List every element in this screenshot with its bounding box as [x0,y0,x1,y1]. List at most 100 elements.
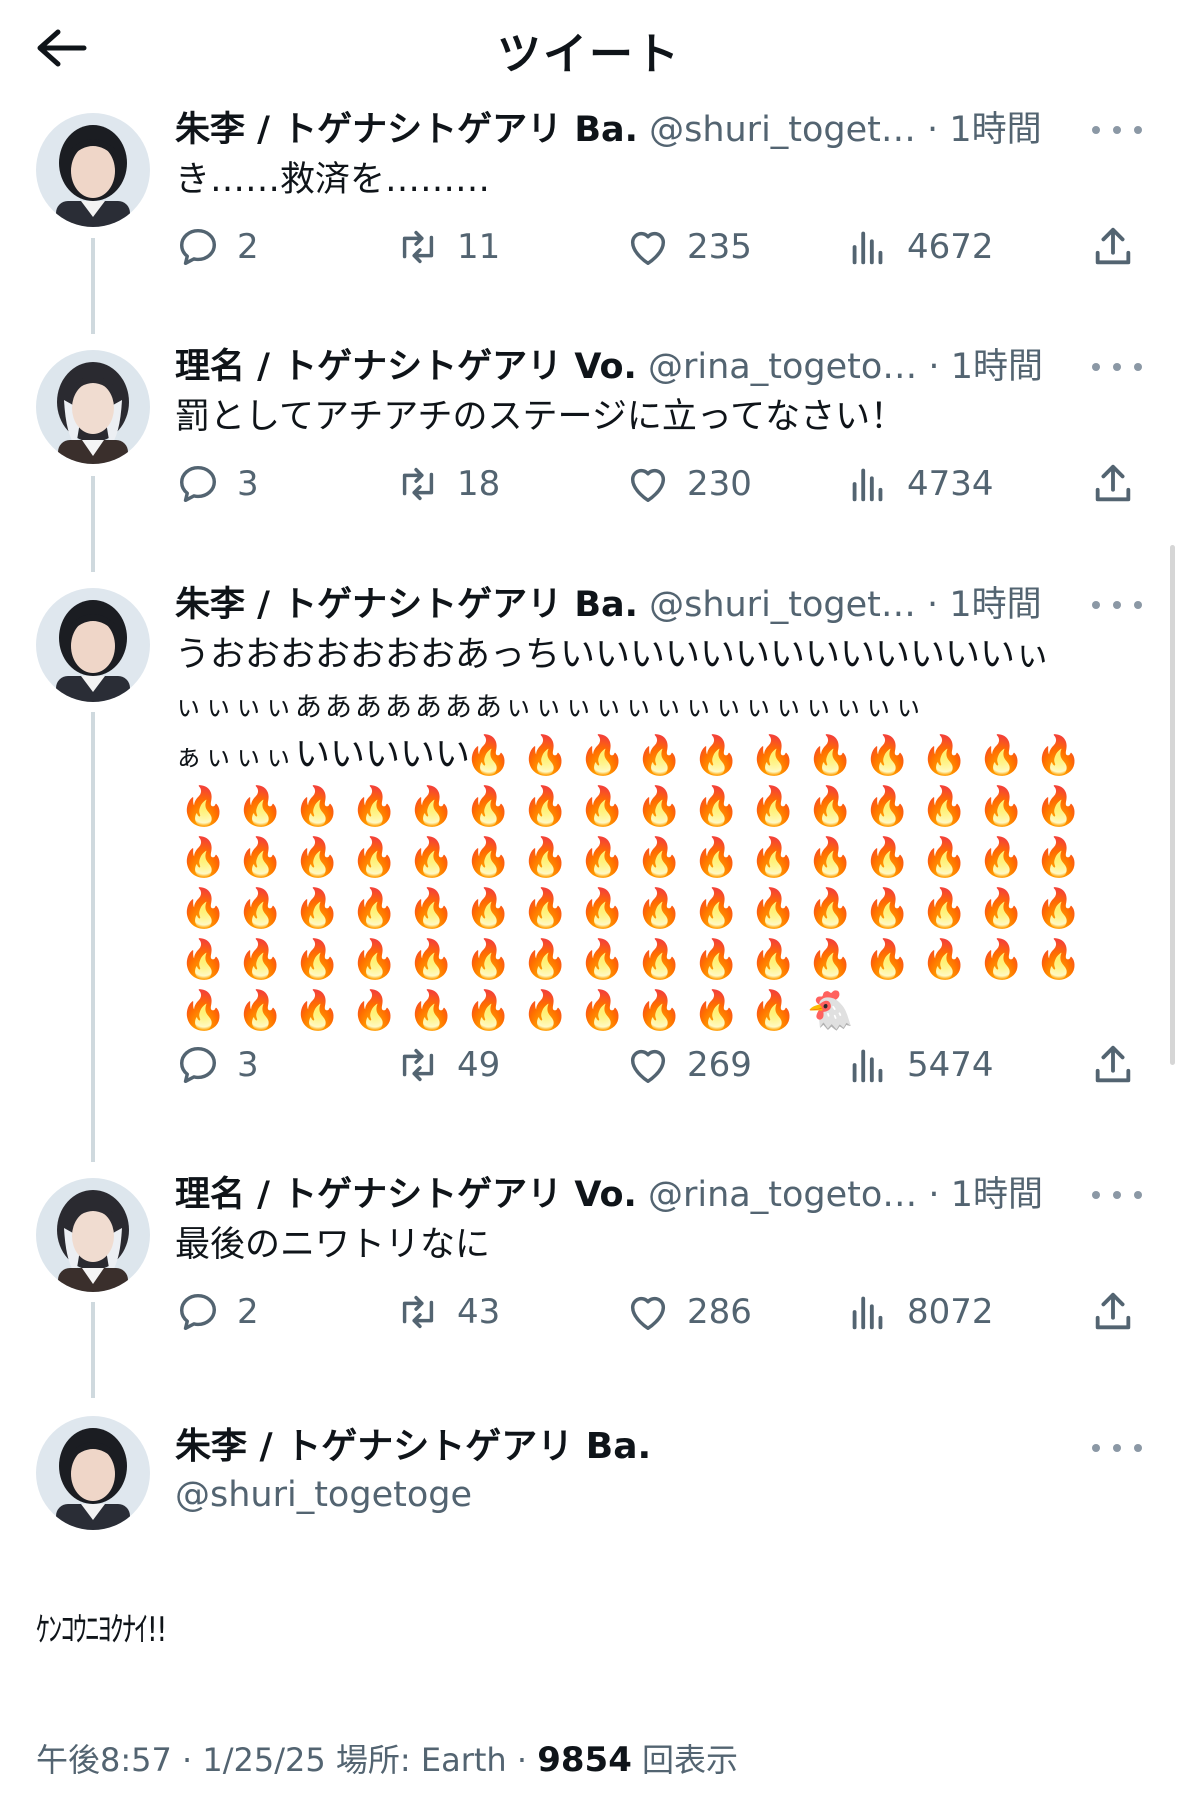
timestamp[interactable]: 1時間 [949,110,1041,150]
display-name[interactable]: 理名 / トゲナシトゲアリ Vo. [175,1175,637,1215]
handle[interactable]: @shuri_toget… [649,585,916,625]
tweet-text: 罰としてアチアチのステージに立ってなさい！ [175,397,906,437]
more-options-icon[interactable] [1092,1437,1142,1459]
thread-line [91,238,95,334]
views-button[interactable]: 4734 [845,454,994,514]
avatar[interactable] [36,588,150,702]
fire-emoji: 🔥 [692,733,741,777]
view-count: 5474 [907,1045,994,1085]
fire-emoji: 🔥 [578,937,627,981]
fire-emoji: 🔥 [293,784,342,828]
views-label: 回表示 [642,1741,739,1779]
retweet-count: 18 [457,464,501,504]
handle[interactable]: @rina_togeto… [648,347,917,387]
fire-emoji: 🔥 [521,784,570,828]
fire-emoji: 🔥 [578,835,627,879]
reply-button[interactable]: 3 [175,454,259,514]
fire-emoji: 🔥 [179,784,228,828]
reply-icon [179,1293,217,1331]
handle[interactable]: @rina_togeto… [648,1175,917,1215]
display-name[interactable]: 朱李 / トゲナシトゲアリ Ba. [175,585,638,625]
fire-emoji: 🔥 [806,937,855,981]
like-button[interactable]: 269 [625,1035,752,1095]
reply-count: 2 [237,1292,259,1332]
fire-emoji: 🔥 [1034,784,1083,828]
reply-icon [179,465,217,503]
fire-emoji: 🔥 [806,784,855,828]
handle[interactable]: @shuri_togetoge [175,1470,472,1520]
fire-emoji: 🔥 [407,937,456,981]
thread-line [91,476,95,572]
reply-button[interactable]: 3 [175,1035,259,1095]
timestamp[interactable]: 1時間 [951,347,1043,387]
views-button[interactable]: 4672 [845,217,994,277]
tweet-actions: 2 43 286 8072 [175,1282,1135,1342]
fire-emoji: 🔥 [977,937,1026,981]
share-button[interactable] [1090,1035,1152,1095]
like-button[interactable]: 286 [625,1282,752,1342]
fire-emoji: 🔥 [863,733,912,777]
more-options-icon[interactable] [1092,1184,1142,1206]
fire-emoji: 🔥 [521,835,570,879]
retweet-icon [402,467,434,501]
fire-emoji: 🔥 [350,988,399,1032]
avatar[interactable] [36,1178,150,1292]
timestamp[interactable]: 1時間 [951,1175,1043,1215]
fire-emoji: 🔥 [977,733,1026,777]
fire-emoji: 🔥 [920,784,969,828]
top-bar: ツイート [0,0,1178,100]
views-button[interactable]: 5474 [845,1035,994,1095]
post-time[interactable]: 午後8:57 [36,1741,172,1779]
share-button[interactable] [1090,1282,1152,1342]
retweet-button[interactable]: 18 [395,454,500,514]
timestamp[interactable]: 1時間 [949,585,1041,625]
retweet-button[interactable]: 43 [395,1282,500,1342]
avatar[interactable] [36,113,150,227]
fire-emoji: 🔥 [521,937,570,981]
fire-emoji: 🔥 [464,988,513,1032]
fire-emoji: 🔥 [977,835,1026,879]
reply-button[interactable]: 2 [175,1282,259,1342]
tweet-meta-footer: 午後8:57 · 1/25/25 場所: Earth · 9854 回表示 [36,1735,738,1785]
fire-emoji: 🔥 [293,988,342,1032]
avatar[interactable] [36,350,150,464]
tweet-text: 最後のニワトリなに [175,1225,491,1265]
display-name[interactable]: 朱李 / トゲナシトゲアリ Ba. [175,110,638,150]
fire-emoji: 🔥 [635,988,684,1032]
reply-count: 2 [237,227,259,267]
like-count: 269 [687,1045,752,1085]
fire-emoji: 🔥 [407,886,456,930]
more-options-icon[interactable] [1092,594,1142,616]
share-button[interactable] [1090,454,1152,514]
retweet-icon [402,1048,434,1082]
handle[interactable]: @shuri_toget… [649,110,916,150]
tweet-text: き……救済を……… [175,160,491,200]
views-button[interactable]: 8072 [845,1282,994,1342]
fire-emoji: 🔥 [407,784,456,828]
more-options-icon[interactable] [1092,119,1142,141]
like-button[interactable]: 235 [625,217,752,277]
more-options-icon[interactable] [1092,356,1142,378]
separator-dot: · [928,347,940,387]
scrollbar-thumb[interactable] [1170,545,1175,1065]
heart-icon [630,231,666,266]
post-date[interactable]: 1/25/25 [202,1741,325,1779]
reply-button[interactable]: 2 [175,217,259,277]
fire-emoji: 🔥 [749,886,798,930]
display-name[interactable]: 理名 / トゲナシトゲアリ Vo. [175,347,637,387]
tweet-header: 朱李 / トゲナシトゲアリ Ba. @shuri_toget… · 1時間 [175,105,1042,155]
location: 場所: Earth [335,1741,507,1779]
share-button[interactable] [1090,217,1152,277]
fire-emoji: 🔥 [464,835,513,879]
fire-emoji: 🔥 [236,835,285,879]
like-button[interactable]: 230 [625,454,752,514]
tweet-actions: 3 18 230 4734 [175,454,1135,514]
retweet-button[interactable]: 11 [395,217,500,277]
display-name[interactable]: 朱李 / トゲナシトゲアリ Ba. [175,1422,651,1472]
tweet-text-line: ぃぃぃぃあああああああぃぃぃぃぃぃぃぃぃぃぃぃぃぃ [175,692,925,723]
view-count: 4734 [907,464,994,504]
avatar[interactable] [36,1416,150,1530]
thread-line [91,712,95,1162]
tweet-header: 朱李 / トゲナシトゲアリ Ba. @shuri_toget… · 1時間 [175,580,1042,630]
retweet-button[interactable]: 49 [395,1035,500,1095]
